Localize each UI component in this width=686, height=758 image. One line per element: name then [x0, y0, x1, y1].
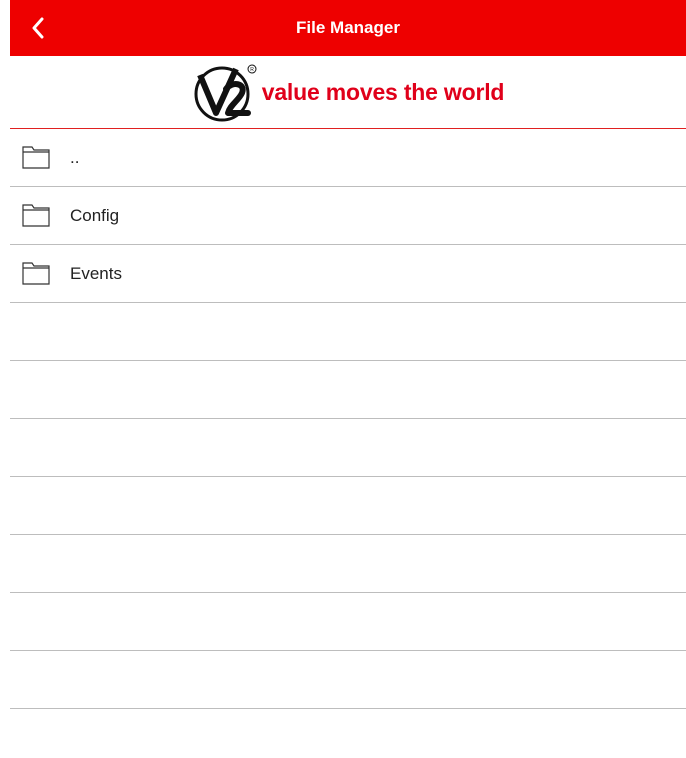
brand-banner: R value moves the world — [10, 56, 686, 129]
v2-logo: R — [194, 64, 257, 122]
empty-row — [10, 477, 686, 535]
folder-icon — [22, 146, 50, 169]
brand-tagline: value moves the world — [261, 78, 505, 105]
file-name: Config — [70, 206, 120, 225]
folder-icon — [22, 204, 50, 227]
empty-row — [10, 303, 686, 361]
svg-text:R: R — [250, 67, 254, 73]
file-name: Events — [70, 264, 122, 283]
list-item[interactable]: .. — [10, 129, 686, 187]
empty-row — [10, 651, 686, 709]
file-list: .. Config Events — [10, 129, 686, 709]
folder-icon — [22, 262, 50, 285]
top-bar: File Manager — [10, 0, 686, 56]
page-title: File Manager — [296, 18, 400, 37]
empty-row — [10, 361, 686, 419]
list-item[interactable]: Config — [10, 187, 686, 245]
list-item[interactable]: Events — [10, 245, 686, 303]
empty-row — [10, 593, 686, 651]
empty-row — [10, 535, 686, 593]
back-button[interactable] — [10, 0, 66, 56]
empty-row — [10, 419, 686, 477]
chevron-left-icon — [32, 17, 44, 39]
file-name: .. — [70, 148, 80, 167]
